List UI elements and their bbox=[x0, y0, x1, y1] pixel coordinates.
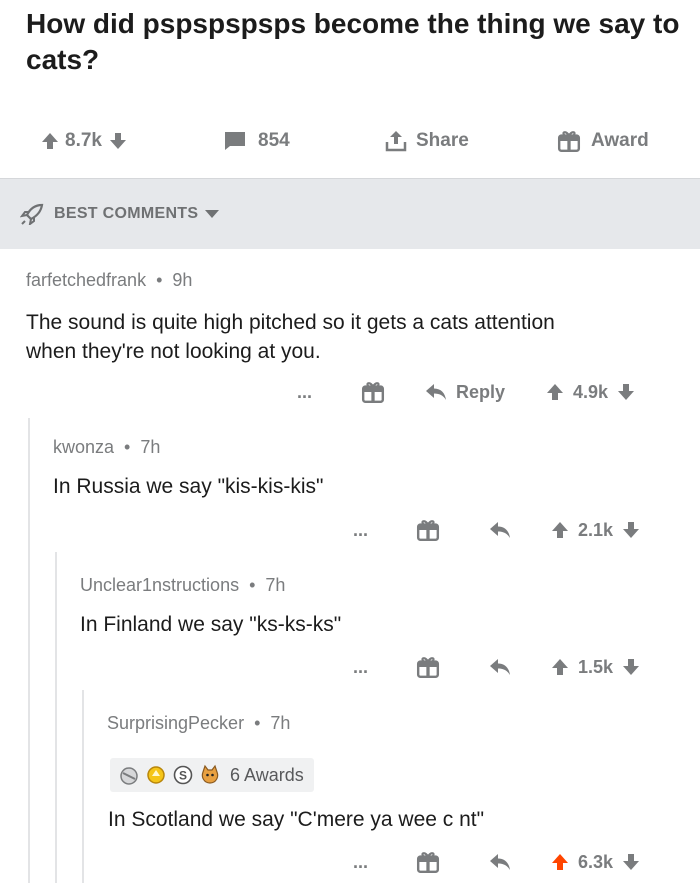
share-icon bbox=[385, 131, 407, 152]
comment-actions: ... 6.3k bbox=[0, 845, 700, 879]
reply-icon bbox=[424, 382, 448, 402]
arrow-up-icon[interactable] bbox=[550, 852, 570, 872]
meta-separator: • bbox=[124, 437, 131, 457]
comment-body: In Russia we say "kis-kis-kis" bbox=[53, 475, 324, 498]
reply-button[interactable] bbox=[488, 845, 512, 879]
comment-vote-group: 6.3k bbox=[550, 845, 641, 879]
comment: Unclear1nstructions • 7h In Finland we s… bbox=[80, 575, 680, 639]
comment-sort-bar: BEST COMMENTS bbox=[0, 178, 700, 249]
svg-text:S: S bbox=[179, 769, 187, 783]
comment-age: 7h bbox=[270, 713, 291, 733]
sort-dropdown[interactable]: BEST COMMENTS bbox=[20, 203, 220, 225]
comment-body: In Finland we say "ks-ks-ks" bbox=[80, 613, 342, 636]
post-vote-group: 8.7k bbox=[40, 118, 128, 164]
comment-age: 7h bbox=[140, 437, 161, 457]
gift-icon bbox=[557, 129, 581, 153]
gold-award-icon bbox=[147, 766, 165, 784]
awards-count: 6 Awards bbox=[230, 764, 304, 785]
more-options-button[interactable]: ... bbox=[297, 375, 312, 409]
award-button[interactable] bbox=[416, 650, 440, 684]
comment-age: 7h bbox=[265, 575, 286, 595]
awards-badge[interactable]: S 6 Awards bbox=[110, 758, 314, 792]
comment-body: In Scotland we say "C'mere ya wee c nt" bbox=[108, 808, 485, 831]
comment: farfetchedfrank • 9h The sound is quite … bbox=[26, 270, 676, 366]
more-options-button[interactable]: ... bbox=[353, 650, 368, 684]
comment-icon bbox=[225, 132, 245, 150]
arrow-up-icon[interactable] bbox=[550, 520, 570, 540]
cat-award-icon bbox=[201, 764, 219, 784]
comment-vote-group: 4.9k bbox=[545, 375, 636, 409]
arrow-up-icon[interactable] bbox=[550, 657, 570, 677]
comment-meta: farfetchedfrank • 9h bbox=[26, 270, 676, 291]
award-button[interactable] bbox=[361, 375, 385, 409]
comment-score: 1.5k bbox=[578, 656, 614, 677]
post-action-bar: 8.7k 854 Share Award bbox=[0, 118, 700, 164]
comment-count: 854 bbox=[258, 130, 290, 151]
meta-separator: • bbox=[249, 575, 256, 595]
comment-score: 4.9k bbox=[573, 381, 609, 402]
gift-icon bbox=[416, 850, 440, 874]
reply-button[interactable]: Reply bbox=[424, 375, 505, 409]
comments-button[interactable]: 854 bbox=[222, 118, 290, 164]
more-options-button[interactable]: ... bbox=[353, 513, 368, 547]
arrow-down-icon[interactable] bbox=[621, 520, 641, 540]
arrow-down-icon[interactable] bbox=[108, 131, 128, 151]
comment-actions: ... 2.1k bbox=[0, 513, 700, 547]
arrow-down-icon[interactable] bbox=[621, 657, 641, 677]
sort-label: BEST COMMENTS bbox=[54, 205, 199, 222]
comment-author[interactable]: kwonza bbox=[53, 437, 114, 457]
gift-icon bbox=[416, 518, 440, 542]
gift-icon bbox=[361, 380, 385, 404]
arrow-down-icon[interactable] bbox=[621, 852, 641, 872]
post-title: How did pspspspsps become the thing we s… bbox=[26, 8, 680, 75]
comment-author[interactable]: Unclear1nstructions bbox=[80, 575, 239, 595]
comment-author[interactable]: SurprisingPecker bbox=[107, 713, 244, 733]
arrow-up-icon[interactable] bbox=[545, 382, 565, 402]
reply-icon bbox=[488, 852, 512, 872]
share-label: Share bbox=[416, 130, 469, 151]
helpful-award-icon bbox=[120, 767, 138, 785]
comment: SurprisingPecker • 7h bbox=[107, 713, 687, 734]
comment-score: 6.3k bbox=[578, 851, 614, 872]
award-button[interactable] bbox=[416, 513, 440, 547]
comment-author[interactable]: farfetchedfrank bbox=[26, 270, 146, 290]
post-score: 8.7k bbox=[65, 130, 102, 151]
thread-line[interactable] bbox=[55, 552, 57, 883]
rocket-icon bbox=[20, 203, 44, 225]
reply-button[interactable] bbox=[488, 650, 512, 684]
reply-label: Reply bbox=[456, 381, 506, 402]
comment-age: 9h bbox=[172, 270, 193, 290]
reply-button[interactable] bbox=[488, 513, 512, 547]
comment-meta: SurprisingPecker • 7h bbox=[107, 713, 687, 734]
comment-actions: ... 1.5k bbox=[0, 650, 700, 684]
share-button[interactable]: Share bbox=[384, 118, 469, 164]
more-options-button[interactable]: ... bbox=[353, 845, 368, 879]
silver-award-icon: S bbox=[173, 765, 193, 785]
comment-score: 2.1k bbox=[578, 519, 614, 540]
comment: kwonza • 7h In Russia we say "kis-kis-ki… bbox=[53, 437, 673, 501]
meta-separator: • bbox=[156, 270, 163, 290]
arrow-down-icon[interactable] bbox=[616, 382, 636, 402]
comment-meta: Unclear1nstructions • 7h bbox=[80, 575, 680, 596]
reply-icon bbox=[488, 520, 512, 540]
chevron-down-icon bbox=[205, 210, 220, 218]
comment-vote-group: 2.1k bbox=[550, 513, 641, 547]
comment-meta: kwonza • 7h bbox=[53, 437, 673, 458]
meta-separator: • bbox=[254, 713, 261, 733]
gift-icon bbox=[416, 655, 440, 679]
reply-icon bbox=[488, 657, 512, 677]
comment-body: The sound is quite high pitched so it ge… bbox=[26, 311, 555, 363]
award-button[interactable]: Award bbox=[557, 118, 649, 164]
arrow-up-icon[interactable] bbox=[40, 131, 60, 151]
award-button[interactable] bbox=[416, 845, 440, 879]
comment-actions: ... Reply 4.9k bbox=[0, 375, 700, 409]
comment-vote-group: 1.5k bbox=[550, 650, 641, 684]
award-label: Award bbox=[591, 130, 649, 151]
